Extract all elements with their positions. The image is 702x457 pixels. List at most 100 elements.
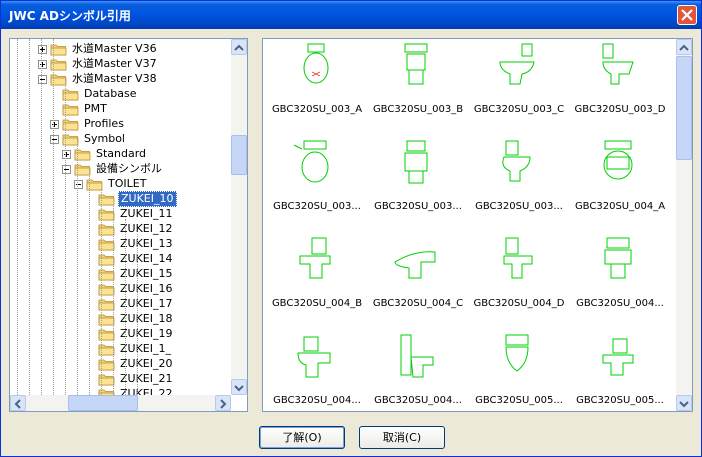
tree-item[interactable]: PMT: [62, 101, 109, 117]
toilet-symbol-icon: [602, 43, 634, 85]
ok-button[interactable]: 了解(O): [259, 426, 345, 449]
symbol-name-label: GBC320SU_003_C: [473, 104, 565, 115]
tree-item-label: Standard: [96, 147, 147, 160]
symbol-thumbnail-grid[interactable]: GBC320SU_003_A GBC320SU_003_B GBC320SU_003…: [262, 38, 693, 412]
symbol-name-label: GBC320SU_004...: [273, 395, 361, 406]
tree-item-label: ZUKEI_16: [120, 282, 173, 295]
close-button[interactable]: [677, 5, 697, 25]
symbol-tile[interactable]: GBC320SU_004_D: [467, 236, 567, 331]
tree-scroll-right-button[interactable]: [215, 395, 231, 411]
tree-item[interactable]: ZUKEI_1_: [98, 341, 173, 357]
tree-item[interactable]: 水道Master V37: [38, 56, 159, 72]
tree-hscroll-thumb[interactable]: [67, 395, 138, 411]
dialog-window: JWC ADシンボル引用 水道Master V36 水道Master V37 水道M…: [0, 0, 702, 457]
collapse-minus-icon[interactable]: [74, 179, 83, 189]
toilet-symbol-icon: [602, 338, 634, 376]
symbol-tile[interactable]: GBC320SU_003...: [467, 139, 567, 234]
symbol-tile[interactable]: GBC320SU_004_C: [366, 236, 466, 331]
symbol-tile[interactable]: GBC320SU_004_B: [265, 236, 365, 331]
tree-item-label: ZUKEI_20: [120, 357, 173, 370]
title-bar[interactable]: JWC ADシンボル引用: [1, 1, 701, 29]
tree-scroll-down-button[interactable]: [231, 379, 247, 395]
tree-item[interactable]: Symbol: [50, 131, 127, 147]
tree-item-label: ZUKEI_17: [120, 297, 173, 310]
chevron-right-icon: [220, 399, 227, 409]
symbol-name-label: GBC320SU_005...: [576, 395, 664, 406]
expand-plus-icon[interactable]: [38, 44, 47, 54]
tree-scroll-left-button[interactable]: [10, 395, 26, 411]
tree-item-label: ZUKEI_10: [118, 191, 177, 207]
symbol-tile[interactable]: GBC320SU_003_A: [265, 42, 365, 137]
expand-plus-icon[interactable]: [38, 59, 47, 69]
symbol-tile[interactable]: GBC320SU_003_C: [467, 42, 567, 137]
tree-guide-line: [17, 39, 18, 395]
grid-vertical-scrollbar[interactable]: [676, 39, 692, 411]
tree-item-label: ZUKEI_14: [120, 252, 173, 265]
window-title: JWC ADシンボル引用: [9, 9, 131, 23]
tree-item[interactable]: 水道Master V38: [38, 71, 159, 87]
tree-guide-line: [101, 189, 102, 399]
symbol-tile[interactable]: GBC320SU_004...: [366, 333, 466, 411]
toilet-symbol-icon: [404, 140, 428, 184]
tree-item[interactable]: Database: [62, 86, 139, 102]
tree-horizontal-scrollbar[interactable]: [10, 395, 231, 411]
tree-vertical-scrollbar[interactable]: [231, 39, 247, 395]
symbol-tile[interactable]: GBC320SU_003_D: [568, 42, 668, 137]
tree-item[interactable]: Standard: [62, 146, 148, 162]
tree-guide-line: [77, 139, 78, 399]
chevron-left-icon: [14, 399, 21, 409]
symbol-tile[interactable]: GBC320SU_005...: [467, 333, 567, 411]
symbol-name-label: GBC320SU_004_D: [473, 298, 565, 309]
tree-guide-line: [113, 204, 114, 399]
toilet-symbol-icon: [604, 237, 632, 279]
tree-item[interactable]: ZUKEI_11: [98, 206, 175, 222]
symbol-tile[interactable]: GBC320SU_004...: [265, 333, 365, 411]
symbol-tile[interactable]: GBC320SU_003...: [265, 139, 365, 234]
tree-item-label: ZUKEI_11: [120, 207, 173, 220]
symbol-tile[interactable]: GBC320SU_004_A: [568, 139, 668, 234]
cancel-button[interactable]: 取消(C): [359, 426, 445, 449]
tree-item-label: Symbol: [84, 132, 125, 145]
toilet-symbol-icon: [299, 237, 331, 279]
symbol-tile[interactable]: GBC320SU_003...: [366, 139, 466, 234]
symbol-name-label: GBC320SU_004_A: [574, 201, 666, 212]
collapse-minus-icon[interactable]: [50, 134, 59, 144]
symbol-tile[interactable]: GBC320SU_004...: [568, 236, 668, 331]
tree-item-label: ZUKEI_19: [120, 327, 173, 340]
tree-item-label: ZUKEI_18: [120, 312, 173, 325]
symbol-name-label: GBC320SU_003_D: [574, 104, 666, 115]
toilet-symbol-icon: [505, 334, 529, 372]
tree-item[interactable]: Profiles: [50, 116, 126, 132]
symbol-name-label: GBC320SU_003...: [475, 201, 563, 212]
collapse-minus-icon[interactable]: [38, 74, 47, 84]
collapse-minus-icon[interactable]: [62, 164, 71, 174]
toilet-symbol-icon: [503, 237, 533, 279]
tree-guide-line: [41, 39, 42, 395]
tree-scroll-up-button[interactable]: [231, 39, 247, 55]
tree-guide-line: [29, 39, 30, 395]
tree-item-label: TOILET: [108, 177, 147, 190]
close-icon: [681, 9, 693, 21]
folder-tree[interactable]: 水道Master V36 水道Master V37 水道Master V38 Data…: [9, 38, 248, 412]
symbol-tile[interactable]: GBC320SU_003_B: [366, 42, 466, 137]
tree-item[interactable]: 水道Master V36: [38, 41, 159, 57]
tree-scroll-thumb[interactable]: [231, 134, 247, 175]
chevron-down-icon: [679, 401, 689, 408]
symbol-name-label: GBC320SU_003_B: [372, 104, 464, 115]
expand-plus-icon[interactable]: [62, 149, 71, 159]
toilet-symbol-icon: [499, 43, 535, 85]
tree-item-label: 水道Master V37: [72, 57, 157, 70]
grid-scroll-down-button[interactable]: [676, 395, 692, 411]
expand-plus-icon[interactable]: [50, 119, 59, 129]
symbol-tile[interactable]: GBC320SU_005...: [568, 333, 668, 411]
chevron-up-icon: [234, 44, 244, 51]
symbol-name-label: GBC320SU_004_C: [372, 298, 464, 309]
tree-item[interactable]: TOILET: [74, 176, 148, 192]
grid-scroll-up-button[interactable]: [676, 39, 692, 55]
grid-scroll-thumb[interactable]: [676, 56, 692, 160]
tree-item[interactable]: ZUKEI_10: [98, 191, 177, 207]
symbol-name-label: GBC320SU_003...: [273, 201, 361, 212]
toilet-symbol-icon: [502, 140, 531, 182]
tree-item-label: ZUKEI_13: [120, 237, 173, 250]
tree-item-label: ZUKEI_15: [120, 267, 173, 280]
